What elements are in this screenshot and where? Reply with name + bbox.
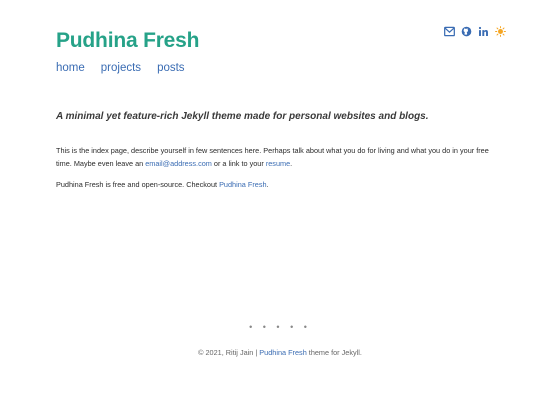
nav-home[interactable]: home <box>56 62 85 74</box>
opensource-end-text: . <box>266 180 269 189</box>
footer: © 2021, Ritij Jain | Pudhina Fresh theme… <box>0 348 560 357</box>
opensource-paragraph: Pudhina Fresh is free and open-source. C… <box>56 179 506 192</box>
page-content: This is the index page, describe yoursel… <box>56 145 506 201</box>
footer-copyright: © 2021, Ritij Jain | <box>198 348 260 357</box>
page: Pudhina Fresh home projects posts A mini… <box>0 0 560 420</box>
main-nav: home projects posts <box>56 62 185 74</box>
pudhina-fresh-link[interactable]: Pudhina Fresh <box>219 180 266 189</box>
intro-end-text: . <box>290 158 293 168</box>
intro-mid-text: or a link to your <box>211 158 266 168</box>
social-links <box>444 26 506 37</box>
footer-divider-dots: • • • • • <box>249 322 311 332</box>
email-icon[interactable] <box>444 26 455 37</box>
github-icon[interactable] <box>461 26 472 37</box>
footer-theme-link[interactable]: Pudhina Fresh <box>259 348 306 357</box>
theme-toggle-sun-icon[interactable] <box>495 26 506 37</box>
linkedin-icon[interactable] <box>478 26 489 37</box>
intro-paragraph: This is the index page, describe yoursel… <box>56 145 506 170</box>
opensource-text: Pudhina Fresh is free and open-source. C… <box>56 180 220 189</box>
site-title[interactable]: Pudhina Fresh <box>56 30 199 51</box>
email-link[interactable]: email@address.com <box>145 159 212 168</box>
tagline: A minimal yet feature-rich Jekyll theme … <box>56 111 429 122</box>
nav-projects[interactable]: projects <box>101 62 141 74</box>
footer-suffix: theme for Jekyll. <box>306 348 362 357</box>
nav-posts[interactable]: posts <box>157 62 185 74</box>
resume-link[interactable]: resume <box>266 159 290 168</box>
